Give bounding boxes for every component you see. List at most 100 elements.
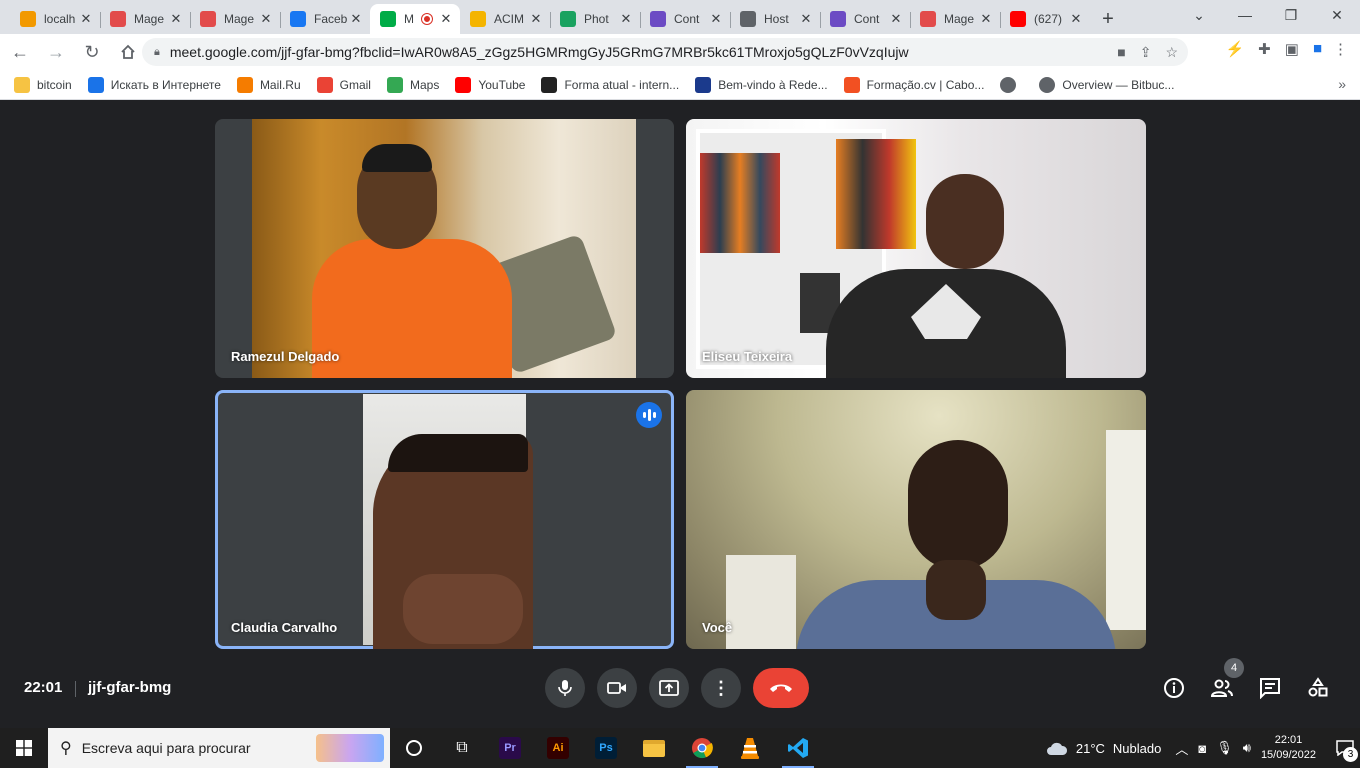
- bookmark-item[interactable]: Bem-vindo à Rede...: [695, 76, 828, 93]
- address-bar[interactable]: 🔒︎ meet.google.com/jjf-gfar-bmg?fbclid=I…: [142, 38, 1188, 66]
- close-tab-icon[interactable]: ✕: [618, 11, 634, 27]
- bookmark-item[interactable]: Искать в Интернете: [87, 76, 221, 93]
- browser-toolbar: ← → ↻ 🔒︎ meet.google.com/jjf-gfar-bmg?fb…: [0, 34, 1360, 70]
- browser-tab[interactable]: Cont ✕: [820, 4, 910, 34]
- back-button[interactable]: ←: [4, 36, 36, 68]
- close-tab-icon[interactable]: ✕: [168, 11, 184, 27]
- close-tab-icon[interactable]: ✕: [1068, 11, 1084, 27]
- media-control-icon[interactable]: ⚡: [1225, 40, 1244, 58]
- bookmark-label: Gmail: [339, 77, 371, 92]
- close-tab-icon[interactable]: ✕: [708, 11, 724, 27]
- close-tab-icon[interactable]: ✕: [888, 11, 904, 27]
- start-button[interactable]: [0, 728, 48, 768]
- acim-icon: [470, 11, 486, 27]
- browser-tab[interactable]: Mage ✕: [910, 4, 1000, 34]
- microphone-button[interactable]: [545, 668, 585, 708]
- tab-search-icon[interactable]: ⌄: [1176, 0, 1222, 30]
- profile-avatar[interactable]: ■: [1313, 40, 1322, 58]
- weather-widget[interactable]: 21°C Nublado: [1046, 740, 1161, 756]
- premiere-pro-app[interactable]: Pr: [486, 728, 534, 768]
- side-panel-icon[interactable]: ▣: [1285, 40, 1299, 58]
- participant-tile-ramezul[interactable]: Ramezul Delgado: [215, 119, 674, 378]
- close-tab-icon[interactable]: ✕: [78, 11, 94, 27]
- minimize-button[interactable]: —: [1222, 0, 1268, 30]
- menu-kebab-icon[interactable]: ⋮: [1333, 40, 1348, 58]
- close-tab-icon[interactable]: ✕: [258, 11, 274, 27]
- new-tab-button[interactable]: +: [1090, 4, 1126, 34]
- chat-button[interactable]: [1257, 675, 1283, 701]
- tray-overflow-icon[interactable]: ︿: [1175, 739, 1188, 758]
- close-tab-icon[interactable]: ✕: [528, 11, 544, 27]
- more-options-button[interactable]: ⋮: [701, 668, 741, 708]
- browser-tab[interactable]: Mage ✕: [100, 4, 190, 34]
- volume-icon[interactable]: 🔊︎: [1243, 740, 1251, 756]
- bookmark-item[interactable]: Formação.cv | Cabo...: [843, 76, 984, 93]
- cortana-button[interactable]: [390, 728, 438, 768]
- photoshop-app[interactable]: Ps: [582, 728, 630, 768]
- bookmark-item[interactable]: Mail.Ru: [236, 76, 301, 93]
- browser-tab[interactable]: Faceb ✕: [280, 4, 370, 34]
- bookmark-item[interactable]: Gmail: [316, 76, 371, 93]
- bookmark-item[interactable]: Overview — Bitbuc...: [1039, 76, 1174, 93]
- bookmark-star-icon[interactable]: ☆: [1165, 44, 1178, 61]
- browser-tab[interactable]: Mage ✕: [190, 4, 280, 34]
- browser-tab[interactable]: Host ✕: [730, 4, 820, 34]
- vscode-app[interactable]: [774, 728, 822, 768]
- file-explorer-app[interactable]: [630, 728, 678, 768]
- browser-tab[interactable]: M ✕: [370, 4, 460, 34]
- folder-icon: [643, 739, 665, 757]
- close-tab-icon[interactable]: ✕: [348, 11, 364, 27]
- bookmark-item[interactable]: bitcoin: [14, 76, 72, 93]
- vlc-app[interactable]: [726, 728, 774, 768]
- browser-tab[interactable]: (627) ✕: [1000, 4, 1090, 34]
- bookmark-item[interactable]: Forma atual - intern...: [541, 76, 679, 93]
- bookmark-item[interactable]: Maps: [386, 76, 439, 93]
- camera-icon: [607, 682, 626, 694]
- browser-tab[interactable]: ACIM ✕: [460, 4, 550, 34]
- forward-button[interactable]: →: [40, 36, 72, 68]
- clock-time: 22:01: [1274, 734, 1303, 746]
- camera-tray-icon[interactable]: ◙: [1198, 741, 1206, 756]
- chrome-app[interactable]: [678, 728, 726, 768]
- taskbar-search-box[interactable]: ⚲ Escreva aqui para procurar: [48, 728, 390, 768]
- participant-tile-self[interactable]: Você: [686, 390, 1146, 649]
- video-feed: [363, 394, 533, 649]
- browser-tab[interactable]: localh ✕: [10, 4, 100, 34]
- extensions-icon[interactable]: ✚: [1258, 40, 1271, 58]
- participant-name: Você: [702, 620, 733, 635]
- camera-button[interactable]: [597, 668, 637, 708]
- pma-icon: [20, 11, 36, 27]
- meeting-details-button[interactable]: [1161, 675, 1187, 701]
- close-window-button[interactable]: ✕: [1314, 0, 1360, 30]
- home-button[interactable]: [112, 36, 144, 68]
- restore-button[interactable]: ❐: [1268, 0, 1314, 30]
- present-screen-button[interactable]: [649, 668, 689, 708]
- info-icon: [1164, 678, 1184, 698]
- bookmarks-overflow-icon[interactable]: »: [1338, 76, 1346, 92]
- people-button[interactable]: [1209, 675, 1235, 701]
- close-tab-icon[interactable]: ✕: [798, 11, 814, 27]
- close-tab-icon[interactable]: ✕: [438, 11, 454, 27]
- search-icon: ⚲: [60, 740, 72, 757]
- activities-button[interactable]: [1305, 675, 1331, 701]
- leave-call-button[interactable]: [753, 668, 809, 708]
- notification-center-button[interactable]: 3: [1330, 728, 1360, 768]
- system-clock[interactable]: 22:01 15/09/2022: [1261, 733, 1316, 763]
- bookmark-item[interactable]: YouTube: [455, 76, 525, 93]
- globe-icon: [740, 11, 756, 27]
- reload-button[interactable]: ↻: [76, 36, 108, 68]
- task-view-button[interactable]: ⧉: [438, 728, 486, 768]
- meet-stage: Ramezul Delgado Eliseu Teixeira Claudia …: [0, 101, 1360, 727]
- share-icon[interactable]: ⇪: [1140, 44, 1152, 61]
- close-tab-icon[interactable]: ✕: [978, 11, 994, 27]
- participant-tile-claudia[interactable]: Claudia Carvalho: [215, 390, 674, 649]
- lock-icon[interactable]: 🔒︎: [154, 46, 160, 59]
- window-controls: ⌄ — ❐ ✕: [1176, 0, 1360, 30]
- illustrator-app[interactable]: Ai: [534, 728, 582, 768]
- microphone-tray-icon[interactable]: 🎙︎: [1216, 740, 1233, 756]
- browser-tab[interactable]: Cont ✕: [640, 4, 730, 34]
- participant-tile-eliseu[interactable]: Eliseu Teixeira: [686, 119, 1146, 378]
- browser-tab[interactable]: Phot ✕: [550, 4, 640, 34]
- camera-permission-icon[interactable]: ■: [1117, 44, 1125, 61]
- bookmark-item[interactable]: [1000, 76, 1023, 93]
